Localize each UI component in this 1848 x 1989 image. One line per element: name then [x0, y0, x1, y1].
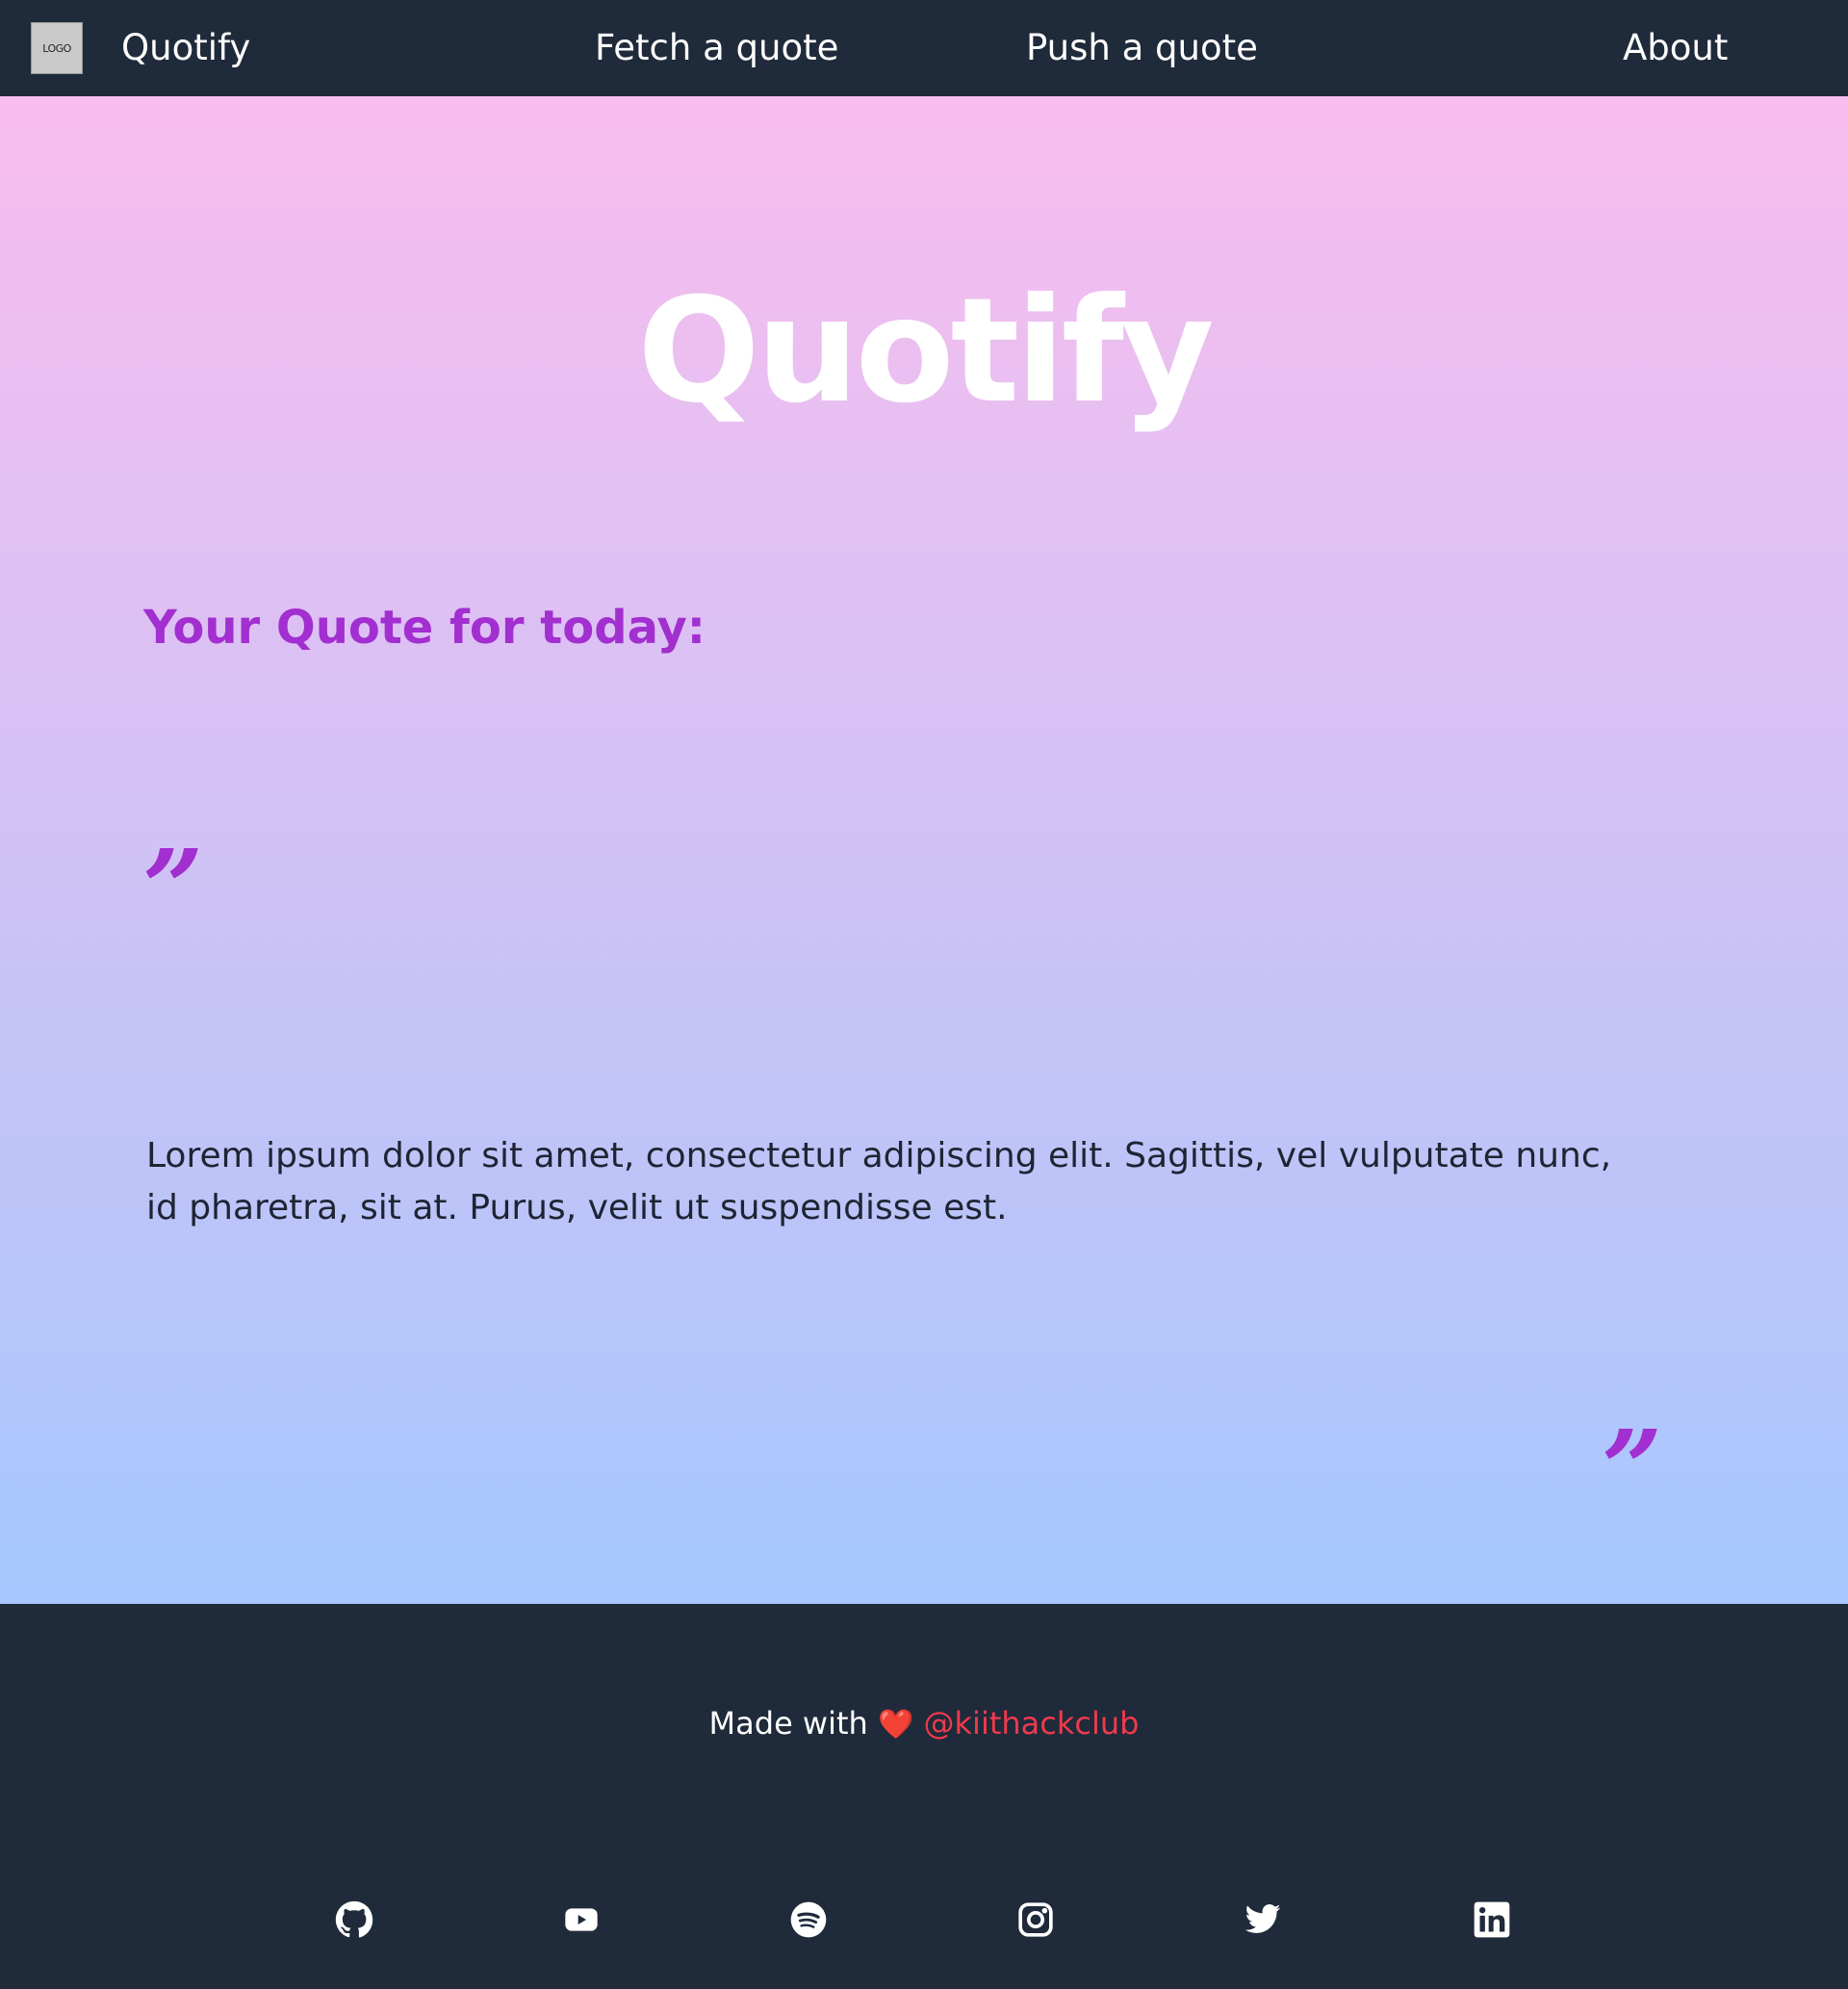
quote-text: Lorem ipsum dolor sit amet, consectetur … — [146, 1136, 1612, 1227]
hero-title: Quotify — [637, 268, 1215, 435]
linkedin-icon[interactable] — [1473, 1900, 1511, 1939]
open-quote-icon: ” — [142, 826, 204, 950]
brand-name[interactable]: Quotify — [121, 25, 250, 71]
quote-heading: Your Quote for today: — [143, 601, 706, 655]
instagram-icon[interactable] — [1016, 1900, 1055, 1939]
made-with-credit: Made with ❤️ @kiithackclub — [0, 1700, 1848, 1748]
spotify-icon[interactable] — [789, 1900, 828, 1939]
heart-icon: ❤️ — [877, 1708, 914, 1742]
nav-link-push-quote[interactable]: Push a quote — [1026, 25, 1258, 71]
youtube-icon[interactable] — [562, 1900, 601, 1939]
nav-link-about[interactable]: About — [1623, 25, 1728, 71]
made-with-label: Made with — [708, 1705, 868, 1742]
twitter-icon[interactable] — [1244, 1900, 1282, 1939]
footer: Made with ❤️ @kiithackclub — [0, 1604, 1848, 1989]
kiithackclub-link[interactable]: @kiithackclub — [924, 1705, 1140, 1742]
navbar: LOGO Quotify Fetch a quote Push a quote … — [0, 0, 1848, 96]
github-icon[interactable] — [335, 1900, 373, 1939]
logo[interactable]: LOGO — [31, 22, 83, 74]
nav-link-fetch-quote[interactable]: Fetch a quote — [595, 25, 838, 71]
hero-section: Quotify Your Quote for today: ” Lorem ip… — [0, 96, 1848, 1604]
close-quote-icon: ” — [1602, 1407, 1663, 1531]
